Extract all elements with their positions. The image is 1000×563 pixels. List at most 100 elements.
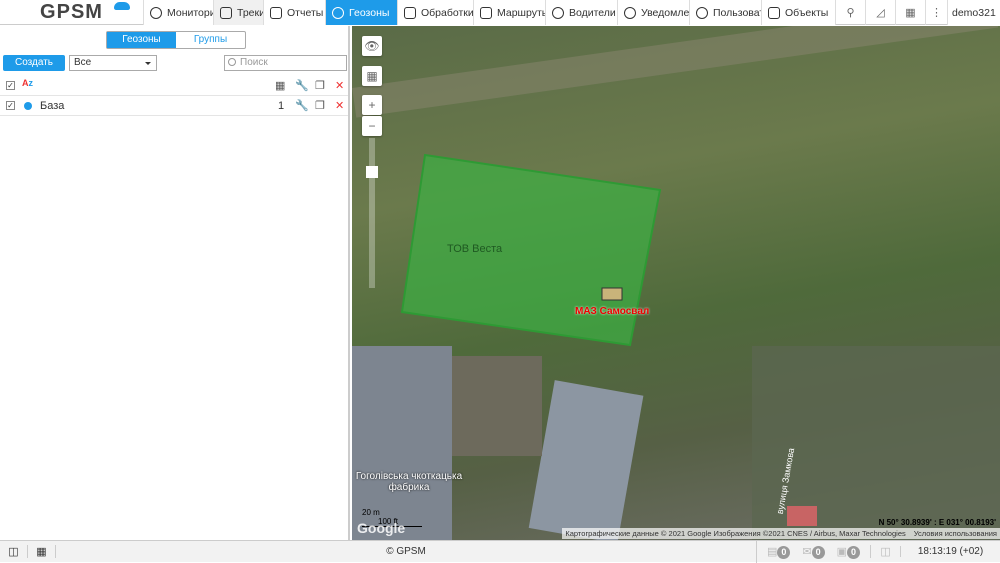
- list-header: ✓ Az ▦ 🔧 ❐ ✕: [0, 76, 348, 96]
- route-icon: [480, 6, 492, 19]
- ruler-button[interactable]: ◿: [865, 0, 895, 25]
- driver-icon: [552, 6, 564, 19]
- top-bar: GPSM Мониторинг Треки Отчеты Геозоны Обр…: [0, 0, 1000, 25]
- truck-icon[interactable]: [601, 287, 623, 301]
- mail-counter[interactable]: ✉ 0: [802, 545, 825, 559]
- username: demo321: [952, 6, 996, 19]
- zoom-in-button[interactable]: +: [362, 95, 382, 115]
- map-imagery: [352, 26, 1000, 540]
- search-icon: [228, 58, 236, 66]
- bus-icon: [768, 6, 780, 19]
- ruler-icon: ◿: [876, 7, 885, 19]
- eye-icon: 👁: [364, 39, 380, 53]
- nav-label: Геозоны: [349, 6, 390, 19]
- messages-counter[interactable]: ▤ 0: [767, 545, 791, 559]
- toggle-panel-button[interactable]: ◫: [0, 545, 28, 558]
- zoom-slider-handle[interactable]: [366, 166, 378, 178]
- layout-button[interactable]: ◫: [870, 545, 900, 558]
- geozones-panel: Геозоны Группы Создать Все Поиск ✓ Az ▦ …: [0, 26, 350, 540]
- cloud-icon: [114, 2, 130, 10]
- filter-select[interactable]: Все: [69, 55, 157, 71]
- nav-tracks[interactable]: Треки: [213, 0, 263, 25]
- wrench-icon[interactable]: 🔧: [295, 99, 309, 112]
- zoom-out-button[interactable]: −: [362, 116, 382, 136]
- nav-label: Объекты: [785, 6, 829, 19]
- map[interactable]: ТОВ Веста МАЗ Самосвал Гоголівська чкотк…: [352, 26, 1000, 540]
- status-bar: ◫ ▦ © GPSM ▤ 0 ✉ 0 ▣ 0 ◫ 18:13:19 (+02): [0, 540, 1000, 563]
- search-button[interactable]: ⚲: [835, 0, 865, 25]
- google-logo: Google: [357, 520, 406, 536]
- place-label: Гоголівська чкоткацька фабрика: [355, 471, 463, 493]
- gpsm-logo[interactable]: GPSM: [0, 0, 143, 25]
- flag-icon: [220, 6, 232, 19]
- grid-icon: ▦: [905, 7, 916, 19]
- apps-button[interactable]: ▦: [895, 0, 925, 25]
- nav-label: Пользователи: [713, 6, 761, 19]
- columns-icon: ◫: [880, 546, 891, 558]
- geozone-count: 1: [278, 100, 285, 112]
- nav-users[interactable]: Пользователи: [689, 0, 761, 25]
- chevron-down-icon: [145, 62, 151, 68]
- badge: 0: [777, 545, 791, 559]
- nav-monitoring[interactable]: Мониторинг: [143, 0, 213, 25]
- copy-icon[interactable]: ❐: [315, 79, 325, 92]
- nav-label: Мониторинг: [167, 6, 213, 19]
- more-vertical-icon: ⋮: [931, 7, 942, 19]
- nav-objects[interactable]: Объекты: [761, 0, 835, 25]
- nav-label: Уведомления: [641, 6, 689, 19]
- vehicle-label[interactable]: МАЗ Самосвал: [575, 306, 649, 317]
- geozone-icon: [332, 6, 344, 19]
- building: [452, 356, 542, 456]
- create-button[interactable]: Создать: [3, 55, 65, 71]
- nav-geozones[interactable]: Геозоны: [325, 0, 397, 25]
- nav-label: Маршруты: [497, 6, 545, 19]
- more-button[interactable]: ⋮: [925, 0, 947, 25]
- panel-tabs: Геозоны Группы: [106, 31, 246, 49]
- search-input[interactable]: Поиск: [224, 55, 347, 71]
- road: [352, 26, 999, 118]
- scale-m: 20 m: [362, 508, 380, 517]
- nav-notifications[interactable]: Уведомления: [617, 0, 689, 25]
- copy-icon[interactable]: ❐: [315, 99, 325, 112]
- image-counter[interactable]: ▣ 0: [837, 545, 861, 559]
- map-type-button[interactable]: ▦: [362, 66, 382, 86]
- zoom-slider[interactable]: [366, 138, 378, 288]
- nav-processing[interactable]: Обработки: [397, 0, 473, 25]
- visibility-button[interactable]: 👁: [362, 36, 382, 56]
- nav-routes[interactable]: Маршруты: [473, 0, 545, 25]
- geozone-name: База: [40, 100, 65, 112]
- nav-drivers[interactable]: Водители: [545, 0, 617, 25]
- tab-groups[interactable]: Группы: [176, 32, 245, 48]
- attribution: Картографические данные © 2021 Google Из…: [562, 528, 1000, 539]
- building: [787, 506, 817, 526]
- bus-icon[interactable]: ▦: [275, 79, 285, 92]
- clock: 18:13:19 (+02): [900, 546, 1000, 557]
- sort-az-icon[interactable]: Az: [22, 78, 33, 88]
- wrench-icon[interactable]: 🔧: [295, 79, 309, 92]
- search-placeholder: Поиск: [240, 57, 268, 68]
- delete-icon[interactable]: ✕: [335, 99, 344, 112]
- badge: 0: [847, 545, 861, 559]
- row-checkbox[interactable]: ✓: [6, 101, 15, 110]
- building: [528, 380, 644, 540]
- user-menu[interactable]: demo321: [947, 0, 1000, 25]
- logo-text: GPSM: [40, 1, 103, 23]
- processing-icon: [404, 6, 416, 19]
- globe-icon: [150, 6, 162, 19]
- list-item[interactable]: ✓ База 1 🔧 ❐ ✕: [0, 96, 348, 116]
- alarm-icon: [624, 6, 636, 19]
- delete-icon[interactable]: ✕: [335, 79, 344, 92]
- nav-label: Треки: [237, 6, 263, 19]
- select-all-checkbox[interactable]: ✓: [6, 81, 15, 90]
- user-icon: [696, 6, 708, 19]
- nav-reports[interactable]: Отчеты: [263, 0, 325, 25]
- coordinates-readout: N 50° 30.8939' : E 031° 00.8193': [878, 518, 996, 527]
- apps-button[interactable]: ▦: [28, 545, 56, 558]
- geozone-color-icon: [24, 102, 32, 110]
- tab-geozones[interactable]: Геозоны: [107, 32, 176, 48]
- terms-link[interactable]: Условия использования: [914, 529, 997, 538]
- badge: 0: [811, 545, 825, 559]
- grid-icon: ▦: [36, 546, 47, 558]
- nav-label: Обработки: [421, 6, 473, 19]
- report-icon: [270, 6, 282, 19]
